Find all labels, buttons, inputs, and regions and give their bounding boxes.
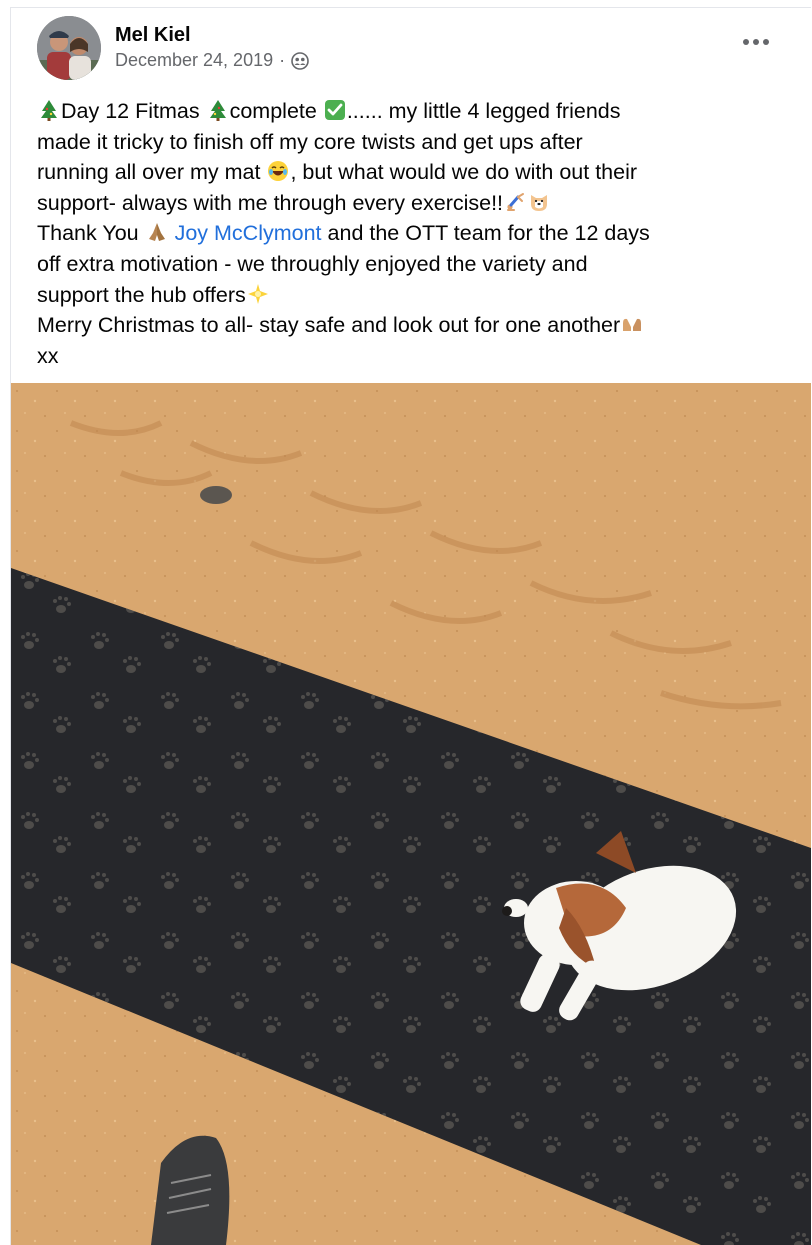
praying-hands-icon: [148, 223, 165, 242]
raised-hands-icon: [623, 318, 642, 332]
post-text-running: running all over my mat: [37, 160, 261, 185]
gymnast-icon: [507, 192, 525, 211]
post-text-ott: and the OTT team for the 12 days: [327, 221, 650, 246]
post-body: Day 12 Fitmas complete ...... my little …: [37, 96, 777, 371]
meta-separator: ·: [279, 50, 286, 70]
post-line: support the hub offers: [37, 280, 777, 311]
more-options-icon: [743, 39, 769, 45]
christmas-tree-icon: [209, 100, 226, 121]
post-line: support- always with me through every ex…: [37, 188, 777, 219]
post-line: Merry Christmas to all- stay safe and lo…: [37, 310, 777, 341]
post-line: running all over my mat , but what would…: [37, 157, 777, 188]
avatar[interactable]: [37, 16, 101, 80]
post-meta: December 24, 2019 ·: [115, 50, 309, 71]
post-line: off extra motivation - we throughly enjo…: [37, 251, 588, 276]
post-text-merry-christmas: Merry Christmas to all- stay safe and lo…: [37, 313, 621, 338]
dog-face-icon: [531, 194, 548, 211]
post-photo[interactable]: [11, 383, 811, 1245]
post-line: xx: [37, 343, 59, 368]
post-card: Mel Kiel December 24, 2019 · Day 12 Fitm…: [10, 7, 811, 1245]
post-text-friends: ...... my little 4 legged friends: [346, 99, 621, 123]
post-header: Mel Kiel December 24, 2019 ·: [11, 8, 811, 80]
post-line: Day 12 Fitmas complete ...... my little …: [37, 96, 777, 127]
post-text-support-q: , but what would we do with out their: [290, 160, 638, 185]
more-options-button[interactable]: [739, 28, 773, 56]
post-text-complete: complete: [229, 99, 317, 123]
sparkle-star-icon: [247, 283, 268, 304]
post-line: made it tricky to finish off my core twi…: [37, 129, 583, 154]
christmas-tree-icon: [41, 100, 57, 121]
friends-icon[interactable]: [291, 51, 309, 70]
post-text-thank-you: Thank You: [37, 221, 139, 246]
post-text-support: support- always with me through every ex…: [37, 190, 504, 215]
post-text-hub: support the hub offers: [37, 282, 246, 307]
laughing-face-icon: [268, 161, 289, 182]
post-text-day12: Day 12 Fitmas: [61, 99, 200, 123]
post-line: Thank You Joy McClymont and the OTT team…: [37, 218, 777, 249]
author-name[interactable]: Mel Kiel: [115, 24, 191, 47]
check-mark-icon: [324, 100, 345, 120]
mention-link[interactable]: Joy McClymont: [175, 221, 322, 245]
avatar-photo: [37, 16, 101, 80]
post-date[interactable]: December 24, 2019: [115, 50, 273, 71]
